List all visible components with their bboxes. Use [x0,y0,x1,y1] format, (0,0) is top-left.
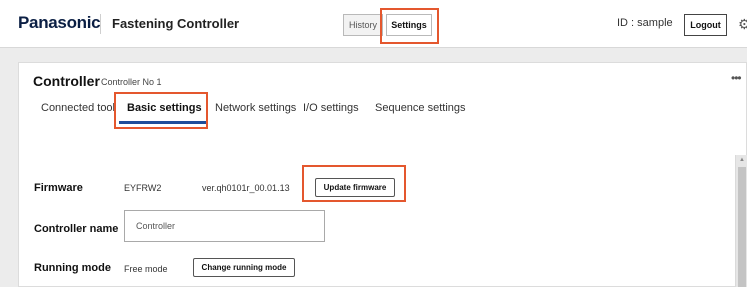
gear-icon[interactable]: ⚙ [738,14,747,34]
tab-sequence-settings[interactable]: Sequence settings [375,102,466,114]
active-tab-indicator [119,121,207,124]
settings-button[interactable]: Settings [386,14,432,36]
firmware-version: ver.qh0101r_00.01.13 [202,183,290,193]
controller-panel: Controller Controller No 1 ••• Connected… [18,62,747,287]
change-running-mode-button[interactable]: Change running mode [193,258,295,277]
scroll-up-icon[interactable]: ▲ [739,157,745,163]
scrollbar-thumb[interactable] [738,167,746,287]
history-button[interactable]: History [343,14,383,36]
tab-io-settings[interactable]: I/O settings [303,102,359,114]
tab-connected-tool[interactable]: Connected tool [41,102,115,114]
top-bar: Panasonic Fastening Controller History S… [0,0,747,48]
user-id: ID : sample [617,17,673,29]
firmware-label: Firmware [34,182,83,194]
update-firmware-button[interactable]: Update firmware [315,178,395,197]
tab-network-settings[interactable]: Network settings [215,102,296,114]
controller-name-label: Controller name [34,223,119,235]
controller-title: Controller [33,73,100,89]
tab-basic-settings[interactable]: Basic settings [127,102,202,114]
more-icon[interactable]: ••• [731,71,742,85]
running-mode-label: Running mode [34,262,111,274]
logout-button[interactable]: Logout [684,14,727,36]
firmware-model: EYFRW2 [124,183,162,193]
controller-name-input[interactable] [124,210,325,242]
app-title: Fastening Controller [112,16,240,31]
controller-subtitle: Controller No 1 [101,77,162,87]
running-mode-value: Free mode [124,264,168,274]
scrollbar[interactable]: ▲ [735,155,747,287]
brand-logo: Panasonic [18,13,101,32]
brand-divider [100,14,101,34]
